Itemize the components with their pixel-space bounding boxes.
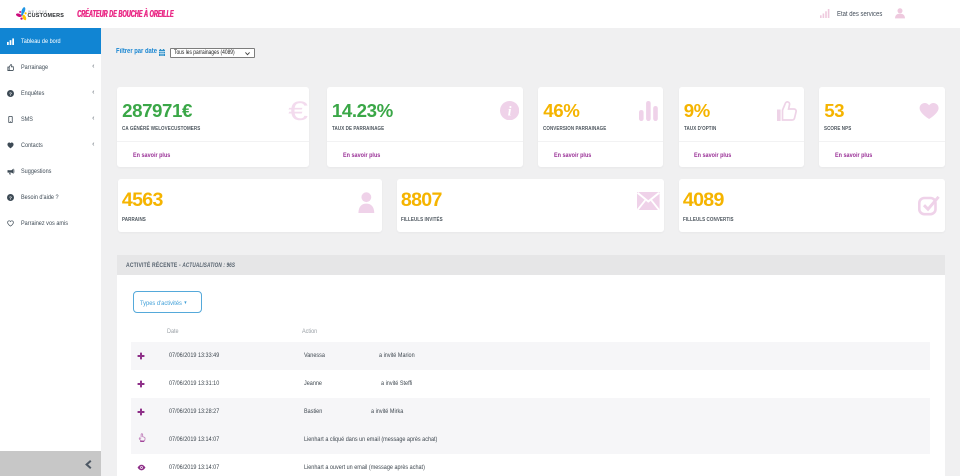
svg-text:?: ? [9,195,12,201]
svg-text:?: ? [9,91,12,97]
svg-text:i: i [508,103,512,118]
